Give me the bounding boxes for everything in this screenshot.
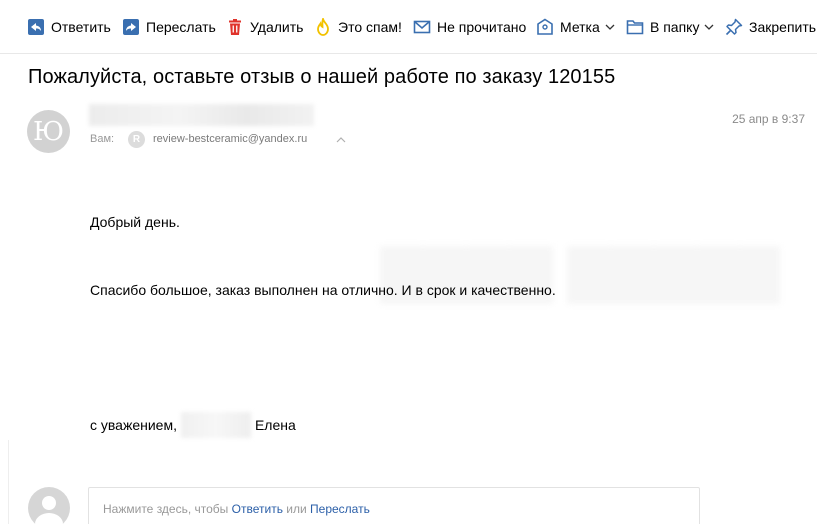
quick-reply-link[interactable]: Ответить [232,502,283,516]
label-dropdown[interactable]: Метка [536,14,615,40]
sender-avatar-letter: Ю [32,116,65,147]
delete-button[interactable]: Удалить [226,14,303,40]
pin-button[interactable]: Закрепить [725,14,816,40]
label-label: Метка [560,19,600,35]
message-toolbar: Ответить Переслать Удалить Это спам! Не … [0,0,817,54]
delete-label: Удалить [250,19,304,35]
faded-watermark: ▇▇▇▇ ▇▇▇▇▇ [380,239,780,302]
signoff-redacted [180,412,251,438]
chevron-down-icon [705,24,714,30]
body-paragraph: Спасибо большое, заказ выполнен на отлич… [90,282,556,298]
quick-reply-prefix: Нажмите здесь, чтобы [103,502,232,516]
message-subject: Пожалуйста, оставьте отзыв о нашей работ… [28,66,616,88]
recipient-email[interactable]: review-bestceramic@yandex.ru [153,133,307,145]
recipient-avatar: R [128,131,145,148]
body-greeting: Добрый день. [90,214,180,230]
forward-icon [123,19,139,35]
reply-label: Ответить [51,19,111,35]
reply-icon [28,19,44,35]
recipient-label: Вам: [90,133,115,145]
divider [8,440,9,524]
fire-icon [317,18,329,36]
quick-forward-link[interactable]: Переслать [310,502,370,516]
sender-avatar[interactable]: Ю [27,110,70,153]
move-to-folder-dropdown[interactable]: В папку [626,14,714,40]
spam-button[interactable]: Это спам! [314,14,402,40]
mark-unread-button[interactable]: Не прочитано [413,14,526,40]
signoff-prefix: с уважением, [90,417,177,433]
folder-label: В папку [650,19,700,35]
spam-label: Это спам! [338,19,402,35]
message-date: 25 апр в 9:37 [732,112,805,126]
forward-button[interactable]: Переслать [122,14,216,40]
quick-reply-middle: или [282,502,311,516]
person-icon-head [42,496,56,510]
sender-name-redacted [89,104,314,126]
user-avatar [28,487,70,524]
chevron-up-icon[interactable] [336,135,346,145]
trash-icon [229,19,241,35]
body-signoff: с уважением, Елена [90,412,296,438]
unread-label: Не прочитано [437,19,527,35]
folder-icon [626,20,644,35]
signoff-name: Елена [254,417,296,433]
pin-icon [725,18,743,36]
chevron-down-icon [605,24,615,30]
recipient-avatar-letter: R [132,134,141,145]
person-icon-body [35,513,63,524]
pin-label: Закрепить [749,19,817,35]
reply-button[interactable]: Ответить [27,14,111,40]
forward-label: Переслать [146,19,216,35]
quick-reply-box[interactable]: Нажмите здесь, чтобы Ответить или Пересл… [88,487,700,524]
envelope-icon [413,20,431,34]
tag-icon [537,18,553,35]
